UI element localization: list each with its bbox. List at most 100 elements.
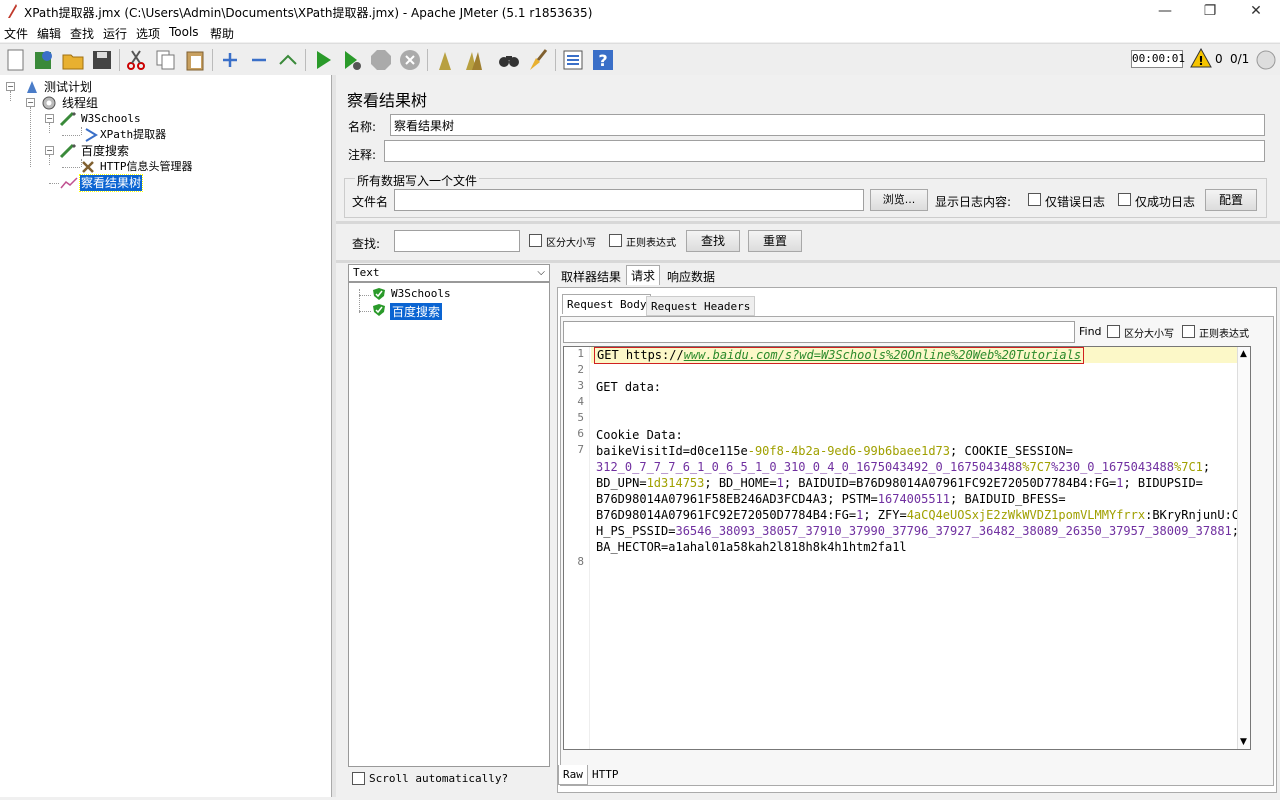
collapse-toggle[interactable]: −: [6, 82, 15, 91]
request-url-link[interactable]: www.baidu.com/s?wd=W3Schools%20Online%20…: [684, 348, 1081, 362]
splitter[interactable]: [336, 221, 1280, 224]
find-regex-checkbox[interactable]: [1182, 325, 1195, 338]
tab-raw[interactable]: Raw: [558, 765, 588, 785]
code-line-7-wrap: B76D98014A07961FC92E72050D7784B4:FG=1; Z…: [596, 507, 1250, 523]
title-bar: XPath提取器.jmx (C:\Users\Admin\Documents\X…: [0, 0, 1280, 22]
copy-icon[interactable]: [154, 48, 178, 72]
thread-group-gear-icon: [42, 96, 56, 110]
find-button[interactable]: 查找: [686, 230, 740, 252]
configure-button[interactable]: 配置: [1205, 189, 1257, 211]
regex-checkbox[interactable]: [609, 234, 622, 247]
tree-item-w3schools[interactable]: W3Schools: [81, 111, 141, 127]
sample-baidu[interactable]: 百度搜索: [390, 303, 443, 320]
tree-item-test-plan[interactable]: 测试计划: [44, 79, 92, 95]
code-text: 1d314753: [646, 476, 705, 490]
menu-search[interactable]: 查找: [70, 25, 94, 42]
paste-icon[interactable]: [183, 48, 207, 72]
menu-tools[interactable]: Tools: [169, 25, 199, 39]
tab-http[interactable]: HTTP: [588, 765, 623, 785]
reset-button[interactable]: 重置: [748, 230, 802, 252]
maximize-button[interactable]: ❐: [1187, 0, 1233, 22]
code-line-7-wrap: H_PS_PSSID=36546_38093_38057_37910_37990…: [596, 523, 1250, 539]
tree-item-header-manager[interactable]: HTTP信息头管理器: [100, 159, 193, 175]
line-number: 1: [577, 347, 584, 360]
clear-icon[interactable]: [433, 48, 457, 72]
search-icon[interactable]: [497, 48, 521, 72]
find-case-checkbox[interactable]: [1107, 325, 1120, 338]
vertical-scrollbar[interactable]: ▲ ▼: [1237, 347, 1250, 749]
comment-input[interactable]: [384, 140, 1265, 162]
menu-file[interactable]: 文件: [4, 25, 28, 42]
menu-run[interactable]: 运行: [103, 25, 127, 42]
minimize-button[interactable]: —: [1142, 0, 1188, 22]
scroll-up-icon[interactable]: ▲: [1240, 349, 1247, 359]
tab-sampler-result[interactable]: 取样器结果: [557, 267, 625, 287]
clear-all-icon[interactable]: [462, 48, 486, 72]
scroll-auto-checkbox[interactable]: [352, 772, 365, 785]
line-number: 3: [577, 379, 584, 392]
menu-edit[interactable]: 编辑: [37, 25, 61, 42]
toggle-icon[interactable]: [276, 48, 300, 72]
tree-item-results-tree[interactable]: 察看结果树: [78, 174, 144, 192]
menu-bar: 文件 编辑 查找 运行 选项 Tools 帮助: [0, 22, 1280, 42]
start-no-pauses-icon[interactable]: [340, 48, 364, 72]
code-text: B76D98014A07961F58EB246AD3FCD4A3; PSTM=: [596, 492, 878, 506]
help-icon[interactable]: ?: [591, 48, 615, 72]
collapse-toggle[interactable]: −: [45, 114, 54, 123]
line-number: 6: [577, 427, 584, 440]
name-input[interactable]: [390, 114, 1265, 136]
code-text: ; BAIDUID=B76D98014A07961FC92E72050D7784…: [783, 476, 1117, 490]
collapse-toggle[interactable]: −: [26, 98, 35, 107]
close-button[interactable]: ✕: [1233, 0, 1279, 22]
find-input[interactable]: [563, 321, 1075, 343]
tab-response-data[interactable]: 响应数据: [663, 267, 719, 287]
code-line-1: GET https://www.baidu.com/s?wd=W3Schools…: [594, 347, 1085, 364]
request-tab-content: Request Body Request Headers Find 区分大小写 …: [557, 287, 1277, 793]
case-sensitive-checkbox[interactable]: [529, 234, 542, 247]
browse-button[interactable]: 浏览...: [870, 189, 928, 211]
expand-icon[interactable]: [218, 48, 242, 72]
stop-icon[interactable]: [369, 48, 393, 72]
sample-list: W3Schools 百度搜索: [348, 282, 550, 767]
new-icon[interactable]: [4, 48, 28, 72]
renderer-select[interactable]: Text ⌵: [348, 264, 550, 282]
results-tree-panel: 察看结果树 名称: 注释: 所有数据写入一个文件 文件名 浏览... 显示日志内…: [336, 75, 1280, 797]
code-text: B76D98014A07961FC92E72050D7784B4:FG=: [596, 508, 857, 522]
tab-request-headers[interactable]: Request Headers: [646, 296, 756, 316]
tree-item-xpath[interactable]: XPath提取器: [100, 127, 166, 143]
scroll-down-icon[interactable]: ▼: [1240, 737, 1247, 747]
splitter[interactable]: [336, 260, 1280, 263]
request-body-editor[interactable]: 1 2 3 4 5 6 7 8 GET https://www.baidu.co…: [563, 346, 1251, 750]
status-icon: [1256, 50, 1276, 70]
filename-label: 文件名: [352, 195, 389, 209]
menu-help[interactable]: 帮助: [210, 25, 234, 42]
menu-options[interactable]: 选项: [136, 25, 160, 42]
tab-request[interactable]: 请求: [626, 265, 661, 285]
errors-only-checkbox[interactable]: [1028, 193, 1041, 206]
warning-icon[interactable]: !: [1190, 48, 1212, 68]
cut-icon[interactable]: [124, 48, 148, 72]
tree-item-baidu[interactable]: 百度搜索: [81, 143, 129, 159]
shutdown-icon[interactable]: [398, 48, 422, 72]
search-input[interactable]: [394, 230, 520, 252]
templates-icon[interactable]: [32, 48, 56, 72]
reset-search-icon[interactable]: [526, 48, 550, 72]
code-text: 4aCQ4eUOSxjE2zWkWVDZ1pomVLMMYfrrx: [906, 508, 1146, 522]
success-only-checkbox[interactable]: [1118, 193, 1131, 206]
filename-input[interactable]: [394, 189, 864, 211]
name-label: 名称:: [348, 120, 377, 134]
function-helper-icon[interactable]: [561, 48, 585, 72]
collapse-icon[interactable]: [247, 48, 271, 72]
test-plan-icon: [27, 81, 37, 93]
sample-w3schools[interactable]: W3Schools: [391, 287, 451, 300]
case-sensitive-label: 区分大小写: [546, 238, 596, 249]
open-icon[interactable]: [61, 48, 85, 72]
tab-request-body[interactable]: Request Body: [562, 294, 652, 314]
collapse-toggle[interactable]: −: [45, 146, 54, 155]
code-text: 1: [776, 476, 784, 490]
start-icon[interactable]: [311, 48, 335, 72]
tree-item-thread-group[interactable]: 线程组: [62, 95, 98, 111]
code-text: %230_0_1675043488: [1051, 460, 1174, 474]
save-icon[interactable]: [90, 48, 114, 72]
extractor-icon: [85, 128, 98, 142]
